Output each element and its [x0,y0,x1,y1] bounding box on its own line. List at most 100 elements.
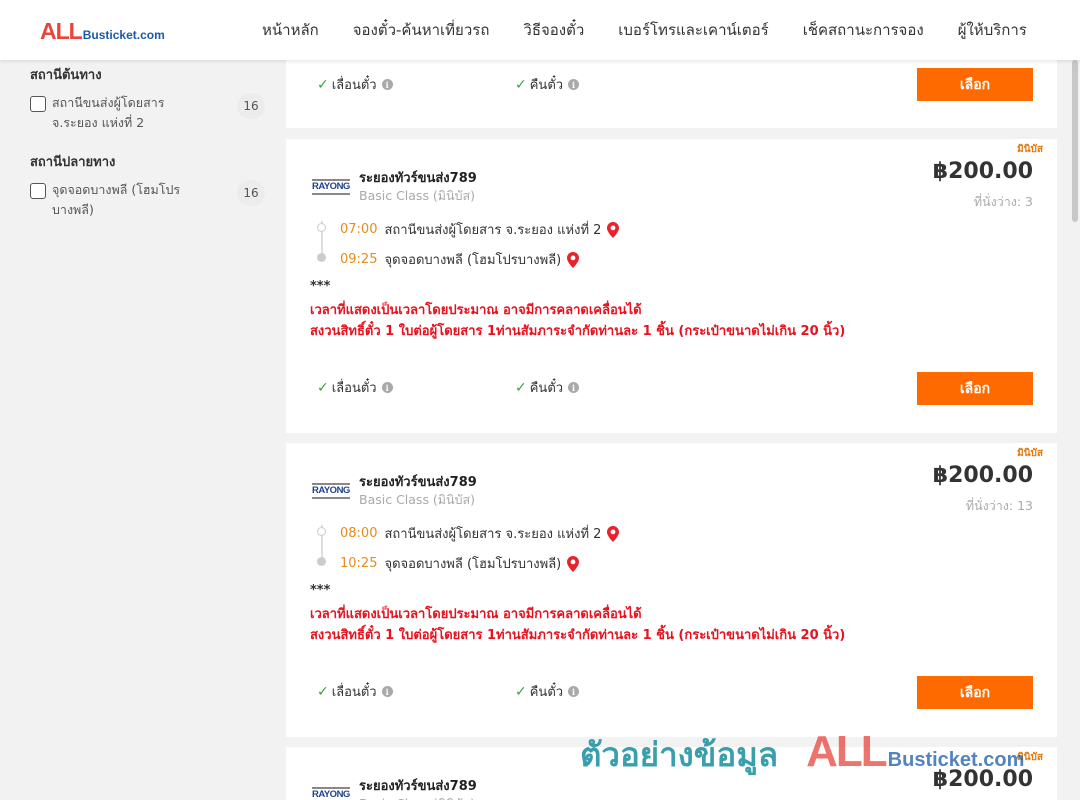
map-pin-icon[interactable] [567,555,580,572]
destination-filter-option[interactable]: จุดจอดบางพลี (โฮมโปรบางพลี) 16 [30,180,265,220]
trip-price: ฿200.00 [932,159,1033,184]
time-disclaimer: เวลาที่แสดงเป็นเวลาโดยประมาณ อาจมีการคลา… [310,607,642,622]
arrival-place: จุดจอดบางพลี (โฮมโปรบางพลี) [384,557,562,572]
arrival-stop: 09:25 จุดจอดบางพลี (โฮมโปรบางพลี) [340,249,580,270]
trip-card: มินิบัส RAYONG ระยองทัวร์ขนส่ง789 Basic … [286,139,1057,433]
luggage-policy: สงวนสิทธิ์ตั๋ว 1 ใบต่อผู้โดยสาร 1ท่านสัม… [310,628,846,643]
main-nav: หน้าหลัก จองตั๋ว-ค้นหาเที่ยวรถ วิธีจองตั… [245,0,1044,60]
trip-card-partial: ✓ เลื่อนตั๋ว i ✓ คืนตั๋ว i เลือก [286,60,1057,128]
select-button[interactable]: เลือก [917,372,1033,405]
bus-class: Basic Class (มินิบัส) [359,794,475,800]
luggage-policy: สงวนสิทธิ์ตั๋ว 1 ใบต่อผู้โดยสาร 1ท่านสัม… [310,324,846,339]
change-ticket-label: เลื่อนตั๋ว [331,78,377,93]
operator-logo: RAYONG [312,787,350,800]
departure-time: 07:00 [340,222,378,237]
nav-book-search[interactable]: จองตั๋ว-ค้นหาเที่ยวรถ [336,18,507,42]
trip-card-partial: มินิบัส RAYONG ระยองทัวร์ขนส่ง789 Basic … [286,747,1057,800]
seats-available: ที่นั่งว่าง: 3 [973,194,1033,209]
info-icon[interactable]: i [568,79,580,90]
map-pin-icon[interactable] [607,525,620,542]
origin-option-label[interactable]: สถานีขนส่งผู้โดยสาร จ.ระยอง แห่งที่ 2 [52,93,212,133]
logo-all-text: ALL [40,18,83,44]
info-icon[interactable]: i [381,79,393,90]
nav-how-to-book[interactable]: วิธีจองตั๋ว [506,18,601,42]
origin-filter-option[interactable]: สถานีขนส่งผู้โดยสาร จ.ระยอง แห่งที่ 2 16 [30,93,265,133]
info-icon[interactable]: i [568,686,580,697]
operator-name: ระยองทัวร์ขนส่ง789 [359,779,477,794]
origin-checkbox[interactable] [30,96,46,112]
vehicle-type-badge: มินิบัส [1017,752,1043,763]
operator-logo-text: RAYONG [312,789,350,800]
arrival-time: 10:25 [340,556,378,571]
arrival-dot [317,253,326,262]
destination-count-badge: 16 [237,180,265,206]
check-icon: ✓ [317,76,329,93]
bus-class: Basic Class (มินิบัส) [359,492,476,507]
select-button[interactable]: เลือก [917,68,1033,101]
departure-time: 08:00 [340,526,378,541]
refund-ticket-feature: ✓ คืนตั๋ว i [515,681,580,702]
operator-logo-text: RAYONG [312,181,350,192]
destination-option-label[interactable]: จุดจอดบางพลี (โฮมโปรบางพลี) [52,180,212,220]
operator-name: ระยองทัวร์ขนส่ง789 [359,171,477,186]
operator-logo: RAYONG [312,483,350,499]
info-icon[interactable]: i [568,382,580,393]
change-ticket-label: เลื่อนตั๋ว [331,685,377,700]
departure-place: สถานีขนส่งผู้โดยสาร จ.ระยอง แห่งที่ 2 [384,223,602,238]
departure-stop: 07:00 สถานีขนส่งผู้โดยสาร จ.ระยอง แห่งที… [340,219,620,240]
check-icon: ✓ [317,379,329,396]
refund-ticket-feature: ✓ คืนตั๋ว i [515,377,580,398]
refund-ticket-feature: ✓ คืนตั๋ว i [515,74,580,95]
arrival-dot [317,557,326,566]
trip-price: ฿200.00 [932,463,1033,488]
remarks-marker: *** [310,583,331,598]
check-icon: ✓ [515,683,527,700]
change-ticket-feature: ✓ เลื่อนตั๋ว i [317,74,393,95]
nav-operators[interactable]: ผู้ให้บริการ [941,18,1044,42]
info-icon[interactable]: i [381,686,393,697]
trip-card: มินิบัส RAYONG ระยองทัวร์ขนส่ง789 Basic … [286,443,1057,737]
change-ticket-feature: ✓ เลื่อนตั๋ว i [317,377,393,398]
destination-filter: สถานีปลายทาง จุดจอดบางพลี (โฮมโปรบางพลี)… [30,151,265,220]
arrival-place: จุดจอดบางพลี (โฮมโปรบางพลี) [384,253,562,268]
vehicle-type-badge: มินิบัส [1017,144,1043,155]
departure-dot [317,223,326,232]
info-icon[interactable]: i [381,382,393,393]
nav-home[interactable]: หน้าหลัก [245,18,336,42]
departure-place: สถานีขนส่งผู้โดยสาร จ.ระยอง แห่งที่ 2 [384,527,602,542]
origin-count-badge: 16 [237,93,265,119]
refund-ticket-label: คืนตั๋ว [529,381,564,396]
destination-checkbox[interactable] [30,183,46,199]
operator-logo-text: RAYONG [312,485,350,496]
nav-check-booking[interactable]: เช็คสถานะการจอง [786,18,941,42]
remarks-marker: *** [310,279,331,294]
top-header: ALL Busticket.com หน้าหลัก จองตั๋ว-ค้นหา… [0,0,1080,60]
nav-contact-counters[interactable]: เบอร์โทรและเคาน์เตอร์ [601,18,785,42]
seats-available: ที่นั่งว่าง: 13 [965,498,1033,513]
page-scrollbar-thumb[interactable] [1072,60,1078,222]
site-logo[interactable]: ALL Busticket.com [40,18,165,45]
arrival-time: 09:25 [340,252,378,267]
map-pin-icon[interactable] [607,221,620,238]
departure-dot [317,527,326,536]
map-pin-icon[interactable] [567,251,580,268]
check-icon: ✓ [317,683,329,700]
change-ticket-label: เลื่อนตั๋ว [331,381,377,396]
origin-filter-title: สถานีต้นทาง [30,68,102,83]
operator-name: ระยองทัวร์ขนส่ง789 [359,475,477,490]
check-icon: ✓ [515,379,527,396]
refund-ticket-label: คืนตั๋ว [529,78,564,93]
operator-logo: RAYONG [312,179,350,195]
change-ticket-feature: ✓ เลื่อนตั๋ว i [317,681,393,702]
select-button[interactable]: เลือก [917,676,1033,709]
arrival-stop: 10:25 จุดจอดบางพลี (โฮมโปรบางพลี) [340,553,580,574]
check-icon: ✓ [515,76,527,93]
filter-sidebar: สถานีต้นทาง สถานีขนส่งผู้โดยสาร จ.ระยอง … [0,60,275,800]
bus-class: Basic Class (มินิบัส) [359,188,476,203]
departure-stop: 08:00 สถานีขนส่งผู้โดยสาร จ.ระยอง แห่งที… [340,523,620,544]
destination-filter-title: สถานีปลายทาง [30,155,116,170]
refund-ticket-label: คืนตั๋ว [529,685,564,700]
trip-price: ฿200.00 [932,767,1033,792]
vehicle-type-badge: มินิบัส [1017,448,1043,459]
logo-busticket-text: Busticket.com [82,28,165,42]
